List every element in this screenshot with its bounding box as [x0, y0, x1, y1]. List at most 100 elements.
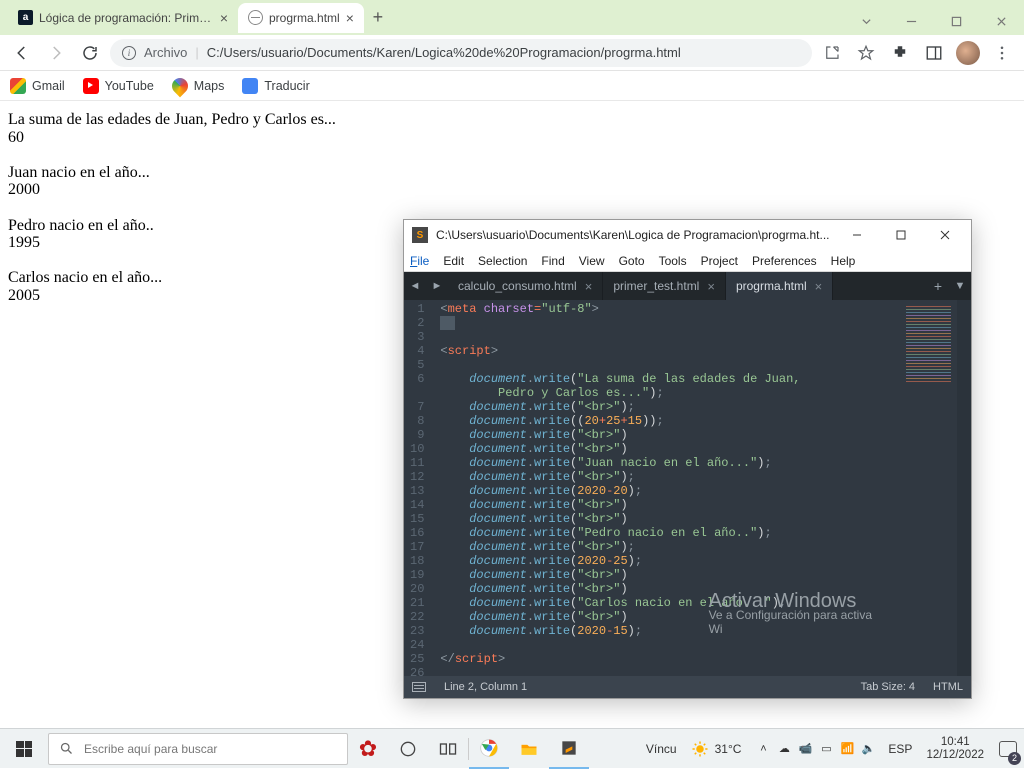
tab-close-icon[interactable]: × — [707, 279, 715, 294]
editor-body[interactable]: 1234567891011121314151617181920212223242… — [404, 300, 971, 676]
bookmarks-bar: Gmail YouTube Maps Traducir — [0, 71, 1024, 101]
bookmark-label: Traducir — [264, 79, 309, 93]
tab-close-icon[interactable]: × — [346, 10, 354, 26]
search-icon — [59, 741, 74, 756]
tab-scroll-left-icon[interactable]: ◄ — [404, 272, 426, 300]
menu-goto[interactable]: Goto — [619, 254, 645, 268]
share-icon[interactable] — [818, 39, 846, 67]
menu-help[interactable]: Help — [831, 254, 856, 268]
maximize-icon[interactable] — [934, 7, 979, 35]
tab-title: Lógica de programación: Primero — [39, 11, 214, 25]
search-highlight-icon[interactable]: ✿ — [348, 729, 388, 769]
minimize-icon[interactable] — [889, 7, 934, 35]
code-area[interactable]: <meta charset="utf-8"> <script> document… — [432, 300, 902, 676]
minimap[interactable] — [902, 300, 957, 676]
translate-icon — [242, 78, 258, 94]
chrome-toolbar: i Archivo | C:/Users/usuario/Documents/K… — [0, 35, 1024, 71]
separator: | — [195, 45, 198, 60]
menu-tools[interactable]: Tools — [659, 254, 687, 268]
youtube-icon — [83, 78, 99, 94]
explorer-taskbar-icon[interactable] — [509, 729, 549, 769]
temperature: 31°C — [715, 742, 742, 756]
tab-close-icon[interactable]: × — [815, 279, 823, 294]
tray-chevron-icon[interactable]: ˄ — [755, 741, 771, 757]
reload-button[interactable] — [76, 39, 104, 67]
sublime-titlebar[interactable]: S C:\Users\usuario\Documents\Karen\Logic… — [404, 220, 971, 250]
system-tray[interactable]: ˄ ☁ 📹 ▭ 📶 🔈 — [749, 741, 882, 757]
menu-selection[interactable]: Selection — [478, 254, 527, 268]
onedrive-icon[interactable]: ☁ — [776, 741, 792, 757]
statusbar: Line 2, Column 1 Tab Size: 4 HTML — [404, 676, 971, 698]
weather-widget[interactable]: 31°C — [683, 740, 750, 758]
scrollbar[interactable] — [957, 300, 971, 676]
editor-tab[interactable]: calculo_consumo.html× — [448, 272, 603, 300]
chrome-titlebar: a Lógica de programación: Primero × prog… — [0, 0, 1024, 35]
tab-title: progrma.html — [269, 11, 340, 25]
battery-icon[interactable]: ▭ — [818, 741, 834, 757]
new-file-icon[interactable]: + — [927, 272, 949, 300]
gmail-icon — [10, 78, 26, 94]
tab-scroll-right-icon[interactable]: ► — [426, 272, 448, 300]
tab-close-icon[interactable]: × — [220, 10, 228, 26]
news-widget[interactable]: Víncu — [640, 742, 683, 756]
back-button[interactable] — [8, 39, 36, 67]
windows-taskbar: Escribe aquí para buscar ✿ Víncu 31°C ˄ … — [0, 728, 1024, 768]
sublime-taskbar-icon[interactable] — [549, 729, 589, 769]
menu-edit[interactable]: Edit — [443, 254, 464, 268]
syntax-mode[interactable]: HTML — [933, 681, 963, 693]
tab-label: progrma.html — [736, 279, 807, 293]
tab-size[interactable]: Tab Size: 4 — [861, 681, 915, 693]
forward-button[interactable] — [42, 39, 70, 67]
bookmark-label: YouTube — [105, 79, 154, 93]
extensions-icon[interactable] — [886, 39, 914, 67]
sublime-app-icon: S — [412, 227, 428, 243]
bookmark-star-icon[interactable] — [852, 39, 880, 67]
cortana-icon[interactable] — [388, 729, 428, 769]
side-panel-icon[interactable] — [920, 39, 948, 67]
taskbar-clock[interactable]: 10:41 12/12/2022 — [918, 736, 992, 762]
tab-close-icon[interactable]: × — [585, 279, 593, 294]
volume-icon[interactable]: 🔈 — [860, 741, 876, 757]
sublime-menubar: File Edit Selection Find View Goto Tools… — [404, 250, 971, 272]
menu-file[interactable]: File — [410, 254, 429, 268]
browser-tab-1[interactable]: progrma.html × — [238, 3, 364, 33]
menu-preferences[interactable]: Preferences — [752, 254, 817, 268]
site-info-icon[interactable]: i — [122, 46, 136, 60]
bookmark-gmail[interactable]: Gmail — [10, 78, 65, 94]
tab-menu-icon[interactable]: ▼ — [949, 272, 971, 300]
task-view-icon[interactable] — [428, 729, 468, 769]
menu-view[interactable]: View — [579, 254, 605, 268]
editor-tab[interactable]: primer_test.html× — [603, 272, 726, 300]
menu-project[interactable]: Project — [701, 254, 738, 268]
input-language[interactable]: ESP — [882, 742, 918, 756]
clock-time: 10:41 — [926, 736, 984, 749]
browser-tab-0[interactable]: a Lógica de programación: Primero × — [8, 3, 238, 33]
notification-badge: 2 — [1008, 752, 1021, 765]
file-scheme-label: Archivo — [144, 45, 187, 60]
meet-now-icon[interactable]: 📹 — [797, 741, 813, 757]
sidebar-toggle-icon[interactable] — [412, 682, 426, 692]
bookmark-translate[interactable]: Traducir — [242, 78, 309, 94]
bookmark-maps[interactable]: Maps — [172, 78, 225, 94]
editor-tab-active[interactable]: progrma.html × — [726, 272, 833, 300]
menu-kebab-icon[interactable] — [988, 39, 1016, 67]
address-bar[interactable]: i Archivo | C:/Users/usuario/Documents/K… — [110, 39, 812, 67]
bookmark-youtube[interactable]: YouTube — [83, 78, 154, 94]
minimize-icon[interactable] — [835, 221, 879, 249]
taskbar-search[interactable]: Escribe aquí para buscar — [48, 733, 348, 765]
chrome-taskbar-icon[interactable] — [469, 729, 509, 769]
new-tab-button[interactable]: + — [364, 7, 392, 28]
action-center-icon[interactable]: 2 — [992, 729, 1024, 769]
profile-avatar[interactable] — [954, 39, 982, 67]
start-button[interactable] — [0, 729, 48, 769]
wifi-icon[interactable]: 📶 — [839, 741, 855, 757]
cursor-position[interactable]: Line 2, Column 1 — [444, 681, 527, 693]
chrome-collapse-icon[interactable] — [844, 7, 889, 35]
close-icon[interactable] — [979, 7, 1024, 35]
maximize-icon[interactable] — [879, 221, 923, 249]
close-icon[interactable] — [923, 221, 967, 249]
alura-favicon: a — [18, 10, 33, 25]
page-value: 2000 — [8, 181, 1016, 199]
menu-find[interactable]: Find — [541, 254, 564, 268]
news-label: Víncu — [646, 742, 677, 756]
